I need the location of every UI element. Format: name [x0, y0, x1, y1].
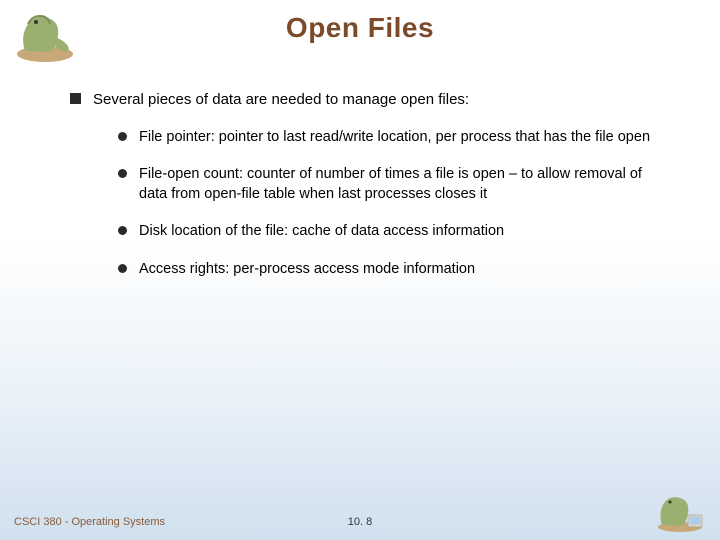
slide-title: Open Files: [0, 0, 720, 44]
circle-bullet-icon: [118, 169, 127, 178]
list-item: File-open count: counter of number of ti…: [118, 165, 670, 204]
list-item: Disk location of the file: cache of data…: [118, 222, 670, 242]
list-item: Access rights: per-process access mode i…: [118, 260, 670, 280]
sub-bullet-text: File-open count: counter of number of ti…: [139, 165, 670, 204]
main-bullet-item: Several pieces of data are needed to man…: [70, 90, 670, 110]
sub-bullet-text: File pointer: pointer to last read/write…: [139, 128, 650, 148]
circle-bullet-icon: [118, 226, 127, 235]
dinosaur-logo-top-icon: [10, 6, 80, 66]
sub-bullet-text: Disk location of the file: cache of data…: [139, 222, 504, 242]
sub-bullet-text: Access rights: per-process access mode i…: [139, 260, 475, 280]
slide-content: Several pieces of data are needed to man…: [70, 90, 670, 297]
dinosaur-logo-bottom-icon: [650, 489, 710, 534]
list-item: File pointer: pointer to last read/write…: [118, 128, 670, 148]
circle-bullet-icon: [118, 264, 127, 273]
footer-page-number: 10. 8: [348, 516, 372, 528]
main-bullet-text: Several pieces of data are needed to man…: [93, 90, 469, 110]
square-bullet-icon: [70, 93, 81, 104]
circle-bullet-icon: [118, 132, 127, 141]
sub-bullet-list: File pointer: pointer to last read/write…: [118, 128, 670, 280]
footer-course-label: CSCI 380 - Operating Systems: [14, 516, 165, 528]
